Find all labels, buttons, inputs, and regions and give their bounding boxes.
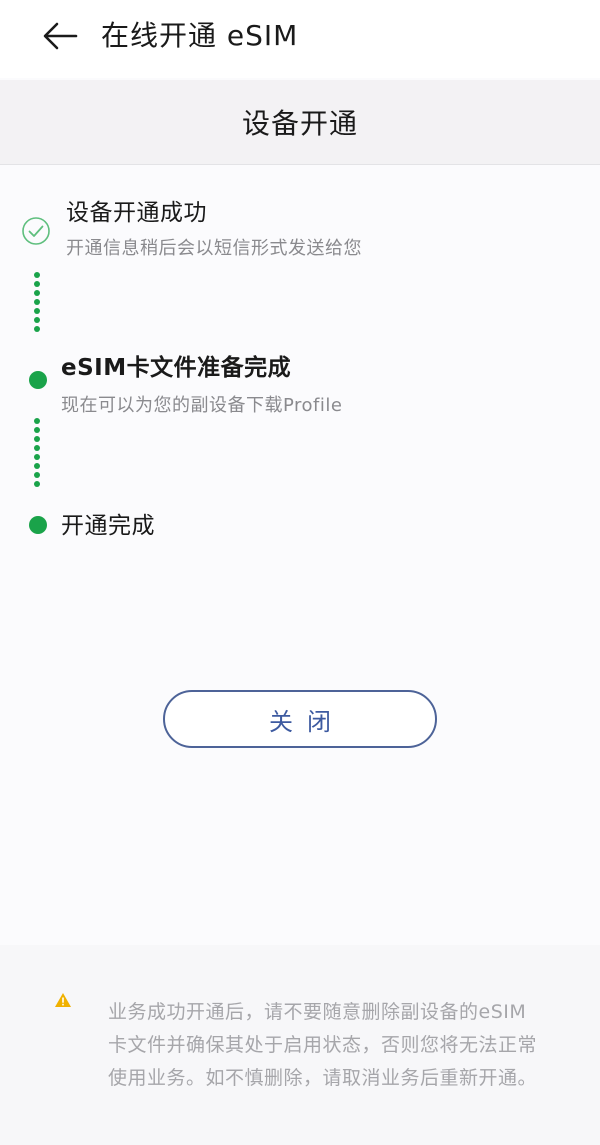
check-circle-icon <box>22 217 50 245</box>
step-1-title: 设备开通成功 <box>66 200 207 226</box>
back-button[interactable] <box>38 14 82 58</box>
step-2-title: eSIM卡文件准备完成 <box>61 355 292 381</box>
warning-icon <box>55 993 71 1007</box>
step-1-description: 开通信息稍后会以短信形式发送给您 <box>66 238 362 259</box>
app-title: 在线开通 eSIM <box>101 19 299 52</box>
section-header: 设备开通 <box>0 80 600 165</box>
step-2-dot-icon <box>29 371 47 389</box>
step-3-title: 开通完成 <box>61 513 155 539</box>
step-2-description: 现在可以为您的副设备下载Profile <box>61 395 343 416</box>
step-3-dot-icon <box>29 516 47 534</box>
section-title: 设备开通 <box>241 107 358 140</box>
close-button[interactable]: 关闭 <box>163 690 437 748</box>
step-connector <box>34 272 40 335</box>
app-header: 在线开通 eSIM <box>0 0 600 78</box>
back-arrow-icon <box>43 22 78 50</box>
notice-text: 业务成功开通后，请不要随意删除副设备的eSIM 卡文件并确保其处于启用状态，否则… <box>108 1001 538 1089</box>
step-connector <box>34 418 40 490</box>
